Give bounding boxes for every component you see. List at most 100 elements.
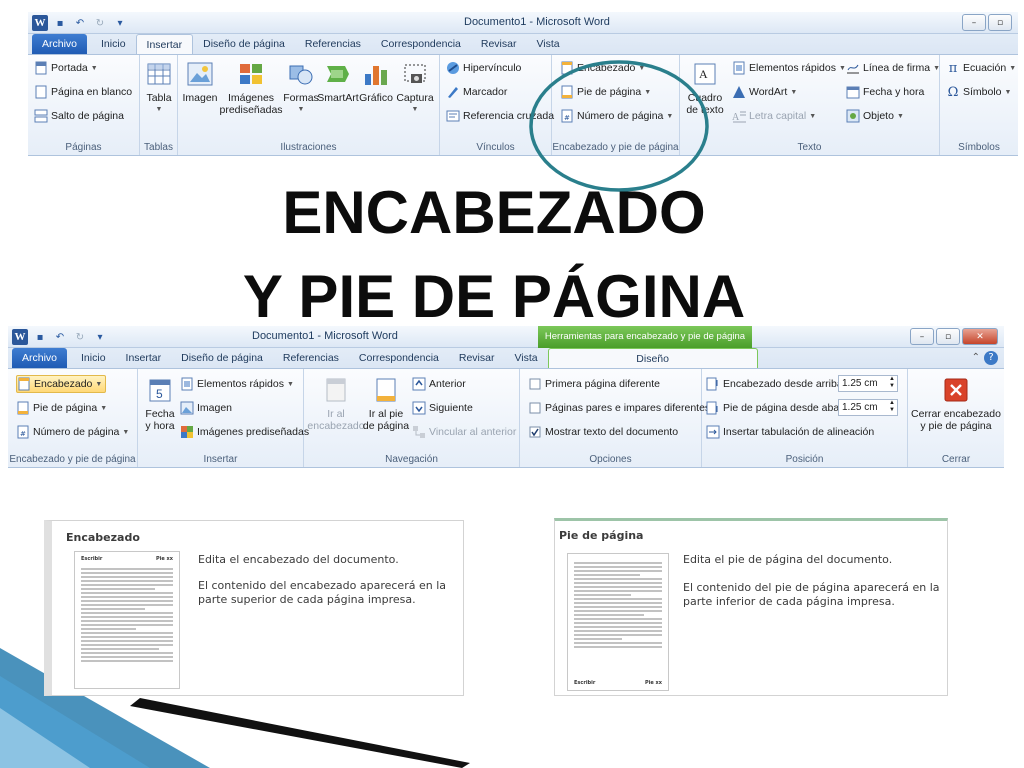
word-logo-icon[interactable]: W	[12, 329, 28, 345]
tab-diseno-pagina[interactable]: Diseño de página	[171, 348, 273, 368]
captura-button[interactable]: Captura ▼	[394, 59, 436, 116]
word-logo-icon[interactable]: W	[32, 15, 48, 31]
title-bar-2: W ▪ ↶ ↻ ▾ Documento1 - Microsoft Word He…	[8, 326, 1004, 348]
signature-line-icon	[846, 61, 860, 75]
pagina-en-blanco-button[interactable]: Página en blanco	[34, 83, 132, 101]
redo-icon[interactable]: ↻	[92, 15, 108, 31]
tab-referencias[interactable]: Referencias	[273, 348, 349, 368]
undo-icon[interactable]: ↶	[52, 329, 68, 345]
salto-de-pagina-button[interactable]: Salto de página	[34, 107, 124, 125]
spinner-icon[interactable]: ▲ ▼	[889, 400, 895, 414]
tab-revisar[interactable]: Revisar	[471, 34, 527, 54]
save-icon[interactable]: ▪	[52, 15, 68, 31]
footer-distance-input[interactable]: 1.25 cm ▲ ▼	[838, 399, 898, 416]
ribbon-body: Portada ▼ Página en blanco Salto de págin…	[28, 55, 1018, 156]
ir-al-pie-de-pagina-button[interactable]: Ir al pie de página	[362, 375, 410, 432]
primera-pagina-diferente-checkbox[interactable]: Primera página diferente	[528, 375, 660, 393]
thumbnail-text-lines	[574, 562, 662, 650]
tab-archivo[interactable]: Archivo	[32, 34, 88, 54]
checkbox-checked-icon	[528, 425, 542, 439]
ecuacion-button[interactable]: π Ecuación ▼	[946, 59, 1016, 77]
blank-page-icon	[34, 85, 48, 99]
ir-al-encabezado-button[interactable]: Ir al encabezado	[306, 375, 366, 432]
letra-capital-button[interactable]: A Letra capital ▼	[732, 107, 816, 125]
smartart-button[interactable]: SmartArt	[317, 59, 359, 104]
cerrar-encabezado-button[interactable]: Cerrar encabezado y pie de página	[910, 375, 1002, 432]
tabla-button[interactable]: Tabla ▼	[143, 59, 175, 116]
svg-text:#: #	[20, 430, 26, 438]
maximize-button[interactable]: ▫	[988, 14, 1012, 31]
simbolo-button[interactable]: Ω Símbolo ▼	[946, 83, 1012, 101]
header-distance-input[interactable]: 1.25 cm ▲ ▼	[838, 375, 898, 392]
close-button[interactable]: ✕	[962, 328, 998, 345]
slide-title-line2: Y PIE DE PÁGINA	[242, 263, 746, 330]
fecha-y-hora-button[interactable]: Fecha y hora	[846, 83, 924, 101]
vincular-al-anterior-button[interactable]: Vincular al anterior	[412, 423, 516, 441]
tooltip-title: Pie de página	[559, 529, 644, 542]
letra-capital-label: Letra capital	[749, 110, 807, 122]
spinner-icon[interactable]: ▲ ▼	[889, 376, 895, 390]
anterior-button[interactable]: Anterior	[412, 375, 466, 393]
tab-inicio[interactable]: Inicio	[71, 348, 116, 368]
grafico-button[interactable]: Gráfico	[358, 59, 394, 104]
group-tablas: Tabla ▼ Tablas	[140, 55, 178, 155]
minimize-ribbon-icon[interactable]: ⌃	[968, 348, 984, 368]
elementos-rapidos-button[interactable]: Elementos rápidos ▼	[732, 59, 846, 77]
tab-correspondencia[interactable]: Correspondencia	[371, 34, 471, 54]
customize-qat-icon[interactable]: ▾	[112, 15, 128, 31]
screenshot-icon	[400, 59, 430, 89]
tab-correspondencia[interactable]: Correspondencia	[349, 348, 449, 368]
customize-qat-icon[interactable]: ▾	[92, 329, 108, 345]
insertar-tabulacion-button[interactable]: Insertar tabulación de alineación	[706, 423, 874, 441]
object-icon	[846, 109, 860, 123]
linea-de-firma-button[interactable]: Línea de firma ▼	[846, 59, 940, 77]
tab-revisar[interactable]: Revisar	[449, 348, 505, 368]
minimize-button[interactable]: –	[910, 328, 934, 345]
tab-archivo[interactable]: Archivo	[12, 348, 68, 368]
wordart-button[interactable]: WordArt ▼	[732, 83, 797, 101]
hipervinculo-button[interactable]: Hipervínculo	[446, 59, 521, 77]
paginas-pares-impares-label: Páginas pares e impares diferentes	[545, 402, 711, 414]
numero-de-pagina-button-2[interactable]: # Número de página ▼	[16, 423, 129, 441]
mostrar-texto-documento-checkbox[interactable]: Mostrar texto del documento	[528, 423, 678, 441]
formas-label: Formas	[283, 92, 319, 104]
tab-vista[interactable]: Vista	[526, 34, 569, 54]
group-ilustraciones: Imagen Imágenes prediseñadas Formas ▼ Sm…	[178, 55, 440, 155]
objeto-button[interactable]: Objeto ▼	[846, 107, 904, 125]
paginas-pares-impares-checkbox[interactable]: Páginas pares e impares diferentes	[528, 399, 710, 417]
maximize-button[interactable]: ▫	[936, 328, 960, 345]
siguiente-button[interactable]: Siguiente	[412, 399, 473, 417]
ir-al-pie-de-pagina-label: Ir al pie de página	[362, 408, 410, 432]
redo-icon[interactable]: ↻	[72, 329, 88, 345]
fecha-y-hora-button-2[interactable]: 5 Fecha y hora	[142, 375, 178, 432]
imagenes-prediseadas-button-2[interactable]: Imágenes prediseñadas	[180, 423, 309, 441]
marcador-button[interactable]: Marcador	[446, 83, 507, 101]
tab-inicio[interactable]: Inicio	[91, 34, 136, 54]
next-icon	[412, 401, 426, 415]
encabezado-desde-arriba-row: Encabezado desde arriba:	[706, 375, 846, 393]
hipervinculo-label: Hipervínculo	[463, 62, 522, 74]
tab-referencias[interactable]: Referencias	[295, 34, 371, 54]
tab-diseno[interactable]: Diseño	[547, 348, 758, 368]
tab-insertar[interactable]: Insertar	[135, 34, 194, 54]
close-header-footer-icon	[941, 375, 971, 405]
highlight-circle	[529, 60, 709, 192]
encabezado-button-2[interactable]: Encabezado ▼	[16, 375, 107, 393]
portada-button[interactable]: Portada ▼	[34, 59, 98, 77]
save-icon[interactable]: ▪	[32, 329, 48, 345]
thumbnail-text-lines	[81, 568, 173, 664]
formas-button[interactable]: Formas ▼	[283, 59, 319, 116]
imagenes-prediseadas-button[interactable]: Imágenes prediseñadas	[219, 59, 283, 116]
undo-icon[interactable]: ↶	[72, 15, 88, 31]
imagenes-prediseadas-label: Imágenes prediseñadas	[197, 426, 310, 438]
imagen-button[interactable]: Imagen	[182, 59, 218, 104]
elementos-rapidos-label: Elementos rápidos	[197, 378, 284, 390]
elementos-rapidos-button-2[interactable]: Elementos rápidos ▼	[180, 375, 294, 393]
tab-vista[interactable]: Vista	[504, 348, 547, 368]
minimize-button[interactable]: –	[962, 14, 986, 31]
imagen-button-2[interactable]: Imagen	[180, 399, 232, 417]
help-icon[interactable]: ?	[984, 351, 998, 365]
pie-de-pagina-button-2[interactable]: Pie de página ▼	[16, 399, 107, 417]
tab-insertar[interactable]: Insertar	[116, 348, 172, 368]
tab-diseno-pagina[interactable]: Diseño de página	[193, 34, 295, 54]
